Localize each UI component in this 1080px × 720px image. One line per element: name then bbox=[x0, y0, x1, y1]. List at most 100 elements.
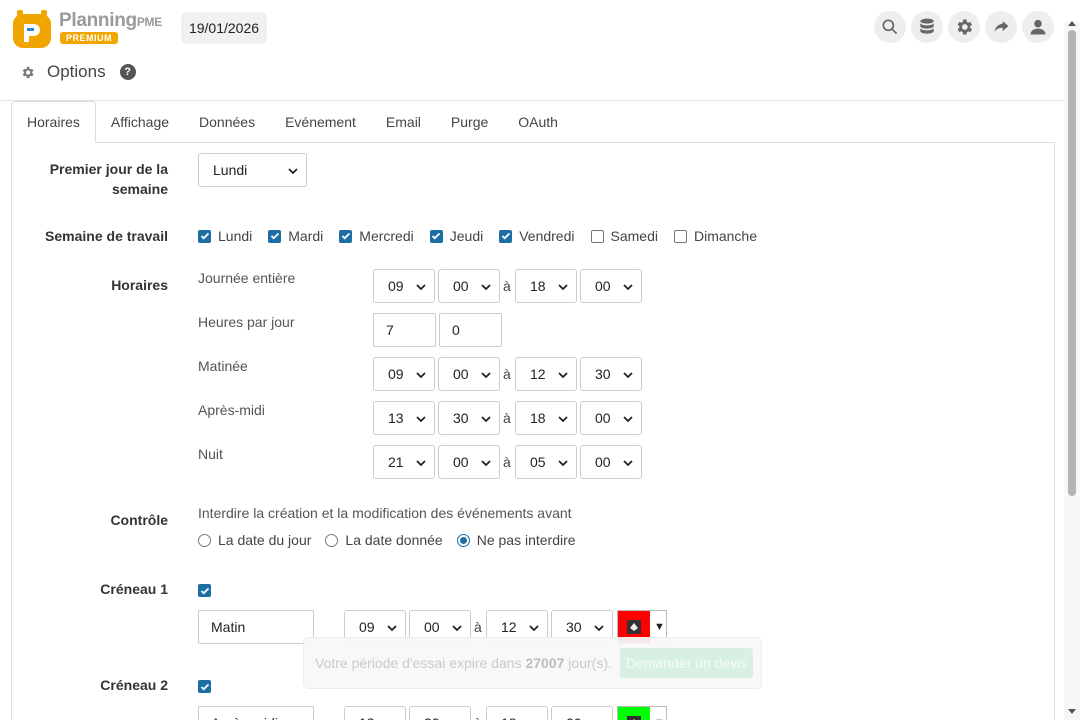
chevron-down-icon bbox=[558, 460, 568, 467]
afternoon-end-minute[interactable]: 00 bbox=[580, 401, 642, 435]
checkbox-checked[interactable] bbox=[499, 229, 513, 243]
work-week-checks: Lundi Mardi Mercredi Jeudi Vendredi Same… bbox=[198, 228, 773, 244]
morning-start-hour[interactable]: 09 bbox=[373, 357, 435, 391]
current-date[interactable]: 19/01/2026 bbox=[181, 12, 267, 44]
day-checkbox-jeudi[interactable]: Jeudi bbox=[429, 228, 483, 244]
slot2-checkbox[interactable] bbox=[198, 680, 211, 693]
share-icon bbox=[994, 21, 1009, 32]
day-checkbox-dimanche[interactable]: Dimanche bbox=[673, 228, 757, 244]
trial-days: 27007 bbox=[525, 655, 565, 671]
afternoon-start-minute[interactable]: 30 bbox=[438, 401, 500, 435]
slot2-start-minute[interactable]: 30 bbox=[409, 706, 471, 720]
first-day-value: Lundi bbox=[213, 162, 248, 178]
morning-start-minute[interactable]: 00 bbox=[438, 357, 500, 391]
slot2-name-input[interactable]: Après-midi bbox=[198, 706, 314, 720]
tab-affichage[interactable]: Affichage bbox=[96, 101, 184, 143]
slot1-label: Créneau 1 bbox=[100, 581, 168, 597]
paint-bucket-icon bbox=[627, 620, 641, 634]
afternoon-end-hour[interactable]: 18 bbox=[515, 401, 577, 435]
select-value: 00 bbox=[595, 454, 611, 470]
slot1-name-input[interactable]: Matin bbox=[198, 610, 314, 644]
chevron-down-icon bbox=[416, 416, 426, 423]
slot2-end-minute[interactable]: 00 bbox=[551, 706, 613, 720]
night-start-hour[interactable]: 21 bbox=[373, 445, 435, 479]
radio-button[interactable] bbox=[325, 533, 339, 547]
radio-ne-pas-interdire[interactable]: Ne pas interdire bbox=[456, 532, 576, 548]
slot2-end-hour[interactable]: 18 bbox=[486, 706, 548, 720]
minutes-per-day-input[interactable]: 0 bbox=[439, 313, 502, 347]
checkbox-unchecked[interactable] bbox=[590, 229, 604, 243]
tab-purge[interactable]: Purge bbox=[436, 101, 503, 143]
radio-date-donnee[interactable]: La date donnée bbox=[325, 532, 443, 548]
morning-end-hour[interactable]: 12 bbox=[515, 357, 577, 391]
chevron-down-icon bbox=[481, 460, 491, 467]
night-start-minute[interactable]: 00 bbox=[438, 445, 500, 479]
select-value: 09 bbox=[359, 619, 375, 635]
tab-oauth[interactable]: OAuth bbox=[503, 101, 573, 143]
chevron-down-icon bbox=[623, 284, 633, 291]
request-quote-button[interactable]: Demander un devis bbox=[619, 648, 754, 678]
full-day-end-hour[interactable]: 18 bbox=[515, 269, 577, 303]
share-button[interactable] bbox=[985, 11, 1017, 43]
radio-date-du-jour[interactable]: La date du jour bbox=[198, 532, 311, 548]
tab-horaires[interactable]: Horaires bbox=[11, 101, 96, 143]
day-checkbox-lundi[interactable]: Lundi bbox=[198, 228, 252, 244]
checkbox-checked[interactable] bbox=[268, 229, 282, 243]
select-value: 12 bbox=[501, 619, 517, 635]
tab-email[interactable]: Email bbox=[371, 101, 436, 143]
checkbox-checked[interactable] bbox=[429, 229, 443, 243]
paint-bucket-icon bbox=[627, 716, 641, 720]
chevron-down-icon bbox=[623, 460, 633, 467]
chevron-down-icon bbox=[558, 284, 568, 291]
day-label: Mardi bbox=[288, 228, 324, 244]
day-checkbox-vendredi[interactable]: Vendredi bbox=[499, 228, 575, 244]
day-checkbox-samedi[interactable]: Samedi bbox=[590, 228, 658, 244]
help-icon[interactable]: ? bbox=[119, 64, 136, 80]
slot1-checkbox[interactable] bbox=[198, 584, 211, 597]
slot2-start-hour[interactable]: 13 bbox=[344, 706, 406, 720]
day-checkbox-mardi[interactable]: Mardi bbox=[268, 228, 323, 244]
full-day-end-minute[interactable]: 00 bbox=[580, 269, 642, 303]
app-logo[interactable]: PlanningPME PREMIUM bbox=[12, 8, 172, 50]
chevron-down-icon bbox=[623, 372, 633, 379]
night-end-hour[interactable]: 05 bbox=[515, 445, 577, 479]
per-day-label: Heures par jour bbox=[198, 314, 295, 330]
night-label: Nuit bbox=[198, 446, 223, 462]
hours-per-day-input[interactable]: 7 bbox=[373, 313, 436, 347]
chevron-down-icon bbox=[387, 625, 397, 632]
user-button[interactable] bbox=[1022, 11, 1054, 43]
checkbox-unchecked[interactable] bbox=[673, 229, 687, 243]
search-icon bbox=[882, 19, 898, 35]
full-day-start-minute[interactable]: 00 bbox=[438, 269, 500, 303]
slot2-color-picker[interactable]: ▼ bbox=[617, 706, 667, 720]
checkbox-checked[interactable] bbox=[198, 229, 211, 243]
day-label: Vendredi bbox=[519, 228, 575, 244]
chevron-down-icon bbox=[481, 372, 491, 379]
first-day-select[interactable]: Lundi bbox=[198, 153, 307, 187]
select-value: 09 bbox=[388, 366, 404, 382]
brand-name: PlanningPME bbox=[59, 10, 162, 31]
database-button[interactable] bbox=[911, 11, 943, 43]
control-radio-group: La date du jour La date donnée Ne pas in… bbox=[198, 532, 590, 548]
scroll-up-icon[interactable] bbox=[1068, 21, 1076, 26]
settings-button[interactable] bbox=[948, 11, 980, 43]
scrollbar-thumb[interactable] bbox=[1068, 30, 1076, 496]
page-scrollbar[interactable] bbox=[1064, 21, 1080, 720]
tab-evenement[interactable]: Evénement bbox=[270, 101, 371, 143]
radio-button-selected[interactable] bbox=[456, 533, 470, 547]
full-day-start-hour[interactable]: 09 bbox=[373, 269, 435, 303]
radio-label: Ne pas interdire bbox=[476, 532, 576, 548]
scroll-down-icon[interactable] bbox=[1068, 709, 1076, 714]
day-label: Lundi bbox=[218, 228, 253, 244]
select-value: 00 bbox=[424, 619, 440, 635]
day-checkbox-mercredi[interactable]: Mercredi bbox=[339, 228, 414, 244]
radio-button[interactable] bbox=[198, 533, 211, 547]
work-week-label: Semaine de travail bbox=[45, 228, 168, 244]
search-button[interactable] bbox=[874, 11, 906, 43]
select-value: 30 bbox=[453, 410, 469, 426]
tab-donnees[interactable]: Données bbox=[184, 101, 270, 143]
checkbox-checked[interactable] bbox=[339, 229, 353, 243]
afternoon-start-hour[interactable]: 13 bbox=[373, 401, 435, 435]
morning-end-minute[interactable]: 30 bbox=[580, 357, 642, 391]
night-end-minute[interactable]: 00 bbox=[580, 445, 642, 479]
